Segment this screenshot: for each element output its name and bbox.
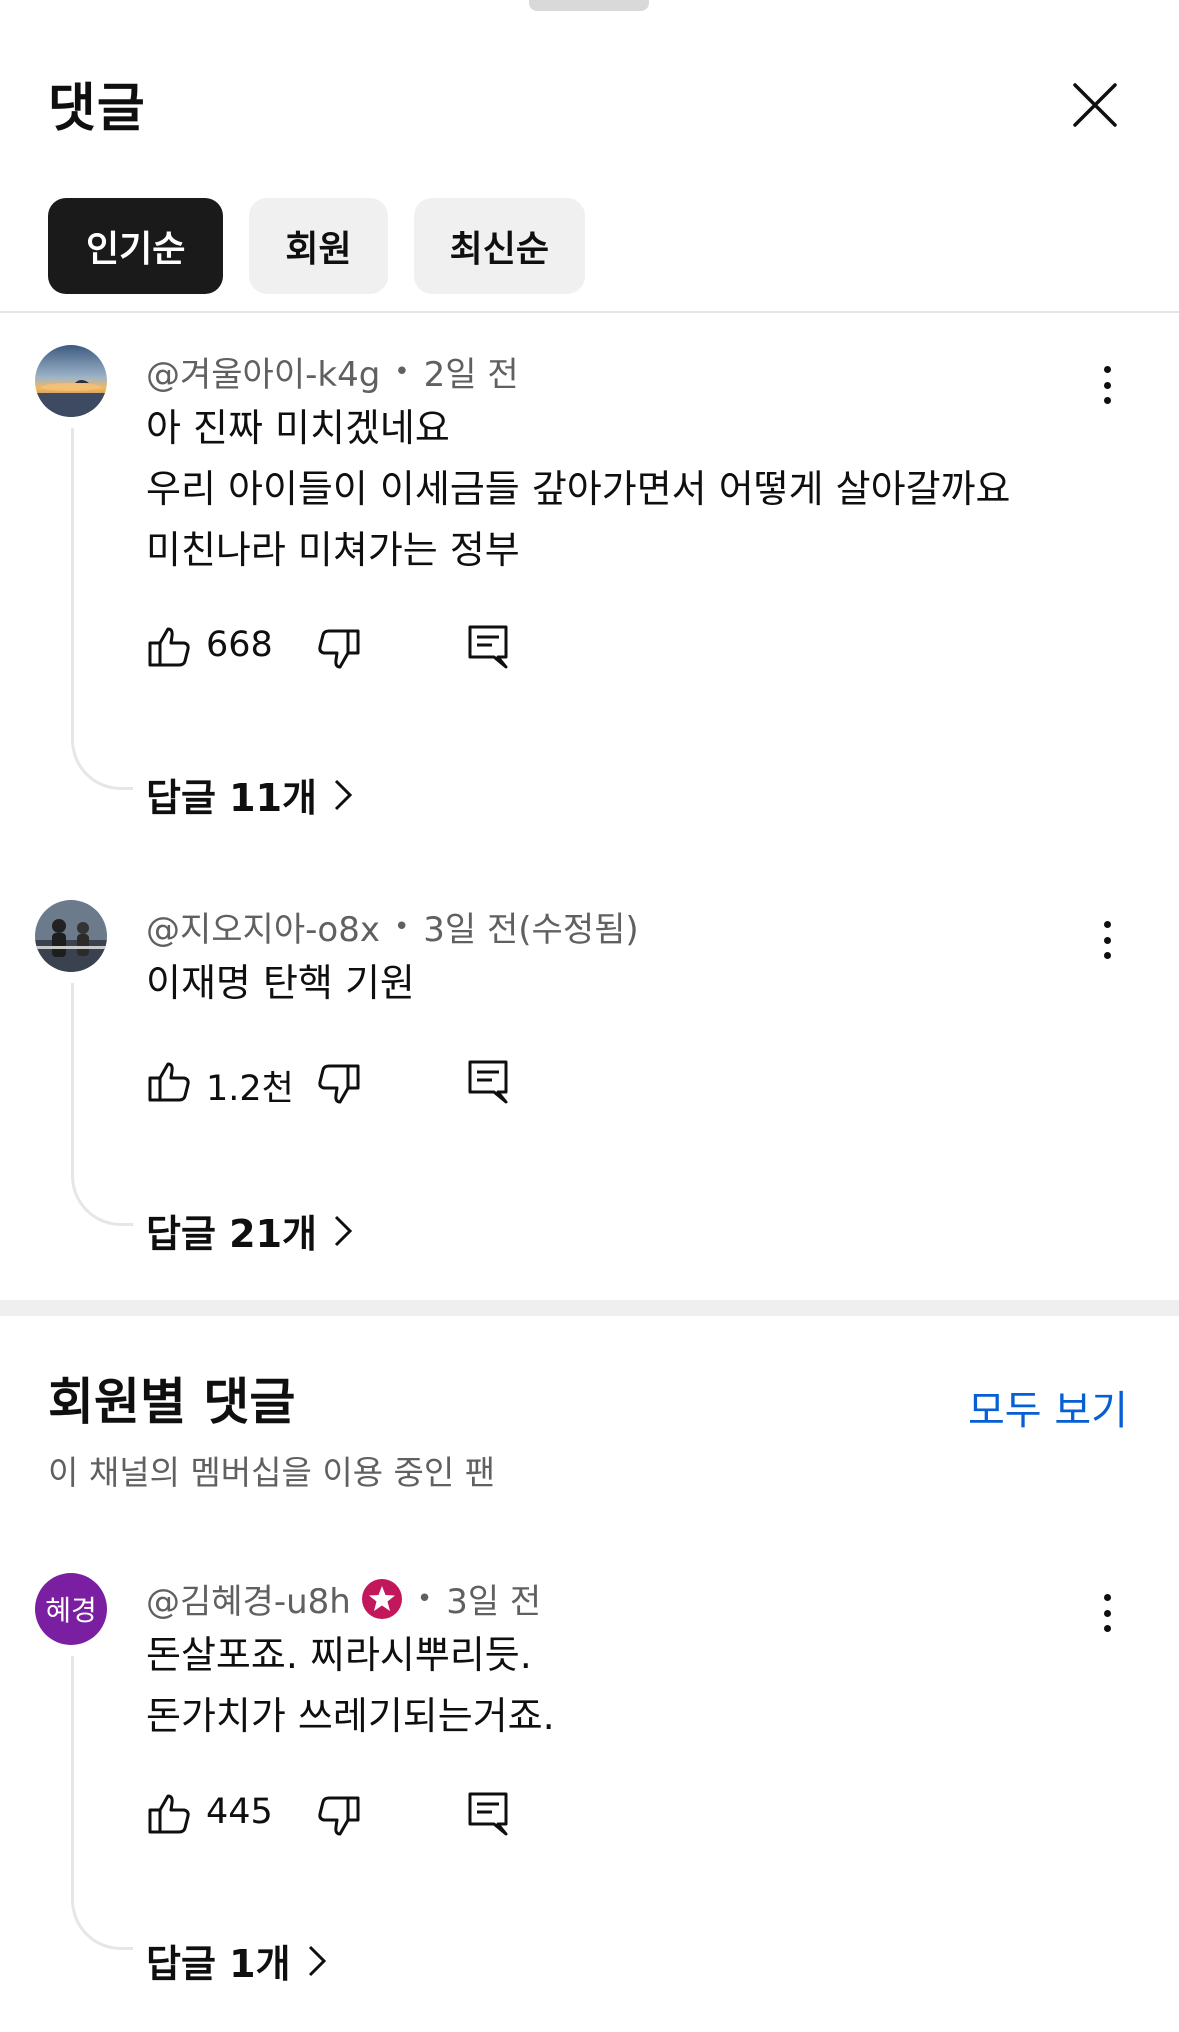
separator-dot: • xyxy=(393,911,410,942)
thumb-down-icon[interactable] xyxy=(314,1060,362,1108)
more-vert-icon xyxy=(1103,366,1111,373)
comment-actions: 445 xyxy=(146,1790,546,1840)
close-button[interactable] xyxy=(1060,70,1130,140)
view-replies-button[interactable]: 답글 21개 xyxy=(146,1203,353,1258)
replies-count-label: 답글 11개 xyxy=(146,776,317,820)
chevron-right-icon xyxy=(333,778,353,812)
comment-actions: 668 xyxy=(146,623,546,673)
thread-line xyxy=(71,983,133,1226)
comment-meta: @겨울아이-k4g • 2일 전 xyxy=(146,347,519,396)
more-vert-icon xyxy=(1103,1594,1111,1601)
comment-author[interactable]: @겨울아이-k4g xyxy=(146,347,380,396)
thread-line xyxy=(71,428,133,790)
like-count: 1.2천 xyxy=(206,1069,294,1109)
member-star-icon xyxy=(361,1578,403,1620)
like-count: 445 xyxy=(206,1792,273,1832)
comment-time: 2일 전 xyxy=(423,355,519,395)
replies-count-label: 답글 21개 xyxy=(146,1212,317,1256)
sunset-avatar-image xyxy=(35,345,107,417)
separator-dot: • xyxy=(416,1583,433,1614)
members-section-subtitle: 이 채널의 멤버십을 이용 중인 팬 xyxy=(48,1453,496,1492)
view-replies-button[interactable]: 답글 1개 xyxy=(146,1933,327,1988)
comment-more-button[interactable] xyxy=(1090,915,1124,965)
avatar[interactable] xyxy=(35,900,107,972)
header-divider xyxy=(0,311,1179,313)
filter-chip-popular[interactable]: 인기순 xyxy=(48,198,224,294)
comment-more-button[interactable] xyxy=(1090,360,1124,410)
reply-comment-icon[interactable] xyxy=(464,623,512,671)
comment-line: 아 진짜 미치겠네요 xyxy=(146,406,450,450)
comment-meta: @김혜경-u8h • 3일 전 xyxy=(146,1574,541,1623)
comment-time: 3일 전 xyxy=(446,1582,542,1622)
avatar[interactable]: 혜경 xyxy=(35,1573,107,1645)
view-all-link[interactable]: 모두 보기 xyxy=(968,1378,1128,1436)
thumb-up-icon[interactable] xyxy=(146,1058,194,1106)
comment-time: 3일 전(수정됨) xyxy=(423,910,639,950)
view-replies-button[interactable]: 답글 11개 xyxy=(146,767,353,822)
comment-line: 돈가치가 쓰레기되는거죠. xyxy=(146,1694,555,1738)
chevron-right-icon xyxy=(333,1214,353,1248)
close-icon xyxy=(1073,83,1117,127)
comment-meta: @지오지아-o8x • 3일 전(수정됨) xyxy=(146,902,639,951)
reply-comment-icon[interactable] xyxy=(464,1058,512,1106)
people-avatar-image xyxy=(35,900,107,972)
separator-dot: • xyxy=(394,356,410,387)
like-count: 668 xyxy=(206,625,273,665)
filter-chip-members[interactable]: 회원 xyxy=(249,198,388,294)
thumb-down-icon[interactable] xyxy=(314,1792,362,1840)
comment-author[interactable]: @지오지아-o8x xyxy=(146,902,380,951)
avatar[interactable] xyxy=(35,345,107,417)
comment-line: 미친나라 미쳐가는 정부 xyxy=(146,528,520,572)
filter-chip-newest[interactable]: 최신순 xyxy=(413,198,585,294)
reply-comment-icon[interactable] xyxy=(464,1790,512,1838)
comment-line: 우리 아이들이 이세금들 갚아가면서 어떻게 살아갈까요 xyxy=(146,467,1011,511)
more-vert-icon xyxy=(1103,921,1111,928)
sheet-drag-handle[interactable] xyxy=(529,0,649,11)
thumb-down-icon[interactable] xyxy=(314,625,362,673)
thumb-up-icon[interactable] xyxy=(146,1790,194,1838)
replies-count-label: 답글 1개 xyxy=(146,1942,291,1986)
comment-body: 아 진짜 미치겠네요 우리 아이들이 이세금들 갚아가면서 어떻게 살아갈까요 … xyxy=(146,398,1010,581)
comment-actions: 1.2천 xyxy=(146,1058,546,1109)
comment-line: 돈살포죠. 찌라시뿌리듯. xyxy=(146,1633,532,1677)
comment-author[interactable]: @김혜경-u8h xyxy=(146,1574,351,1623)
chevron-right-icon xyxy=(307,1944,327,1978)
sort-filter-chips: 인기순 회원 최신순 xyxy=(48,198,585,294)
comment-more-button[interactable] xyxy=(1090,1588,1124,1638)
section-divider xyxy=(0,1300,1179,1316)
thread-line xyxy=(71,1656,133,1950)
comments-sheet: 댓글 인기순 회원 최신순 @겨울아이-k4g • 2일 전 아 진짜 미치겠네… xyxy=(0,0,1179,2032)
comment-body: 돈살포죠. 찌라시뿌리듯. 돈가치가 쓰레기되는거죠. xyxy=(146,1625,555,1747)
members-section-title: 회원별 댓글 xyxy=(48,1373,296,1431)
page-title: 댓글 xyxy=(48,79,146,139)
comment-body: 이재명 탄핵 기원 xyxy=(146,953,415,1014)
comment-line: 이재명 탄핵 기원 xyxy=(146,961,415,1005)
thumb-up-icon[interactable] xyxy=(146,623,194,671)
